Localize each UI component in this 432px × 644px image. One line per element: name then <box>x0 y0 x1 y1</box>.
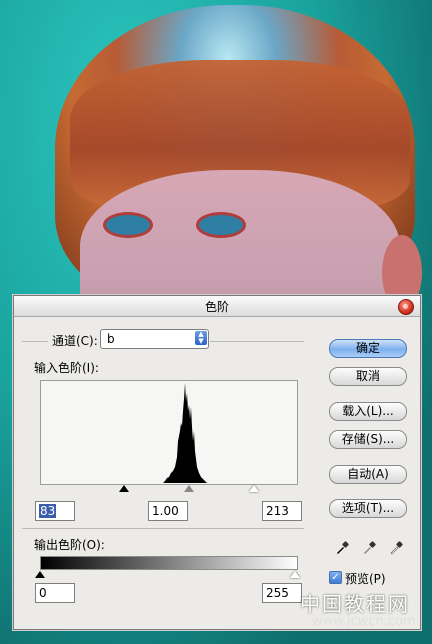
dialog-titlebar[interactable]: 色阶 <box>14 296 420 317</box>
output-separator <box>22 528 304 529</box>
levels-dialog: 色阶 通道(C): b ▲ ▼ 输入色阶(I): 83 1.00 213 输出色阶… <box>13 295 421 630</box>
histogram <box>40 380 298 485</box>
channel-select[interactable]: b ▲ ▼ <box>100 329 209 349</box>
gray-eyedropper-icon[interactable] <box>362 541 376 555</box>
input-gamma-field[interactable]: 1.00 <box>148 501 188 521</box>
cancel-button[interactable]: 取消 <box>329 367 407 386</box>
dialog-title: 色阶 <box>204 300 229 314</box>
save-button[interactable]: 存储(S)... <box>329 430 407 449</box>
output-black-slider[interactable] <box>35 571 45 578</box>
histogram-graph <box>163 383 207 483</box>
output-white-slider[interactable] <box>290 571 300 578</box>
watermark-text: 中国教程网 <box>300 592 410 616</box>
channel-label: 通道(C): <box>52 334 98 348</box>
input-black-slider[interactable] <box>119 485 129 492</box>
input-white-field[interactable]: 213 <box>262 501 302 521</box>
close-icon[interactable] <box>398 299 414 315</box>
channel-group-line-left <box>22 341 48 342</box>
black-eyedropper-icon[interactable] <box>335 541 349 555</box>
output-levels-label: 输出色阶(O): <box>34 538 105 552</box>
input-gamma-slider[interactable] <box>184 485 194 492</box>
ok-button[interactable]: 确定 <box>329 339 407 358</box>
load-button[interactable]: 载入(L)... <box>329 402 407 421</box>
photo-right-eye <box>196 212 246 238</box>
select-arrows-icon: ▲ ▼ <box>195 331 207 345</box>
output-white-field[interactable]: 255 <box>262 583 302 603</box>
channel-group-line-right <box>210 341 304 342</box>
photo-left-eye <box>103 212 153 238</box>
input-black-field[interactable]: 83 <box>35 501 75 521</box>
channel-value: b <box>107 332 115 346</box>
preview-label: 预览(P) <box>345 572 386 586</box>
watermark-url: www.jcwcn.com <box>312 614 416 629</box>
histogram-shape <box>163 383 207 483</box>
output-black-field[interactable]: 0 <box>35 583 75 603</box>
input-white-slider[interactable] <box>249 485 259 492</box>
input-levels-label: 输入色阶(I): <box>34 361 99 375</box>
white-eyedropper-icon[interactable] <box>389 541 403 555</box>
preview-checkbox[interactable]: ✓ <box>329 571 342 584</box>
auto-button[interactable]: 自动(A) <box>329 465 407 484</box>
output-gradient-bar <box>40 556 298 570</box>
options-button[interactable]: 选项(T)... <box>329 499 407 518</box>
